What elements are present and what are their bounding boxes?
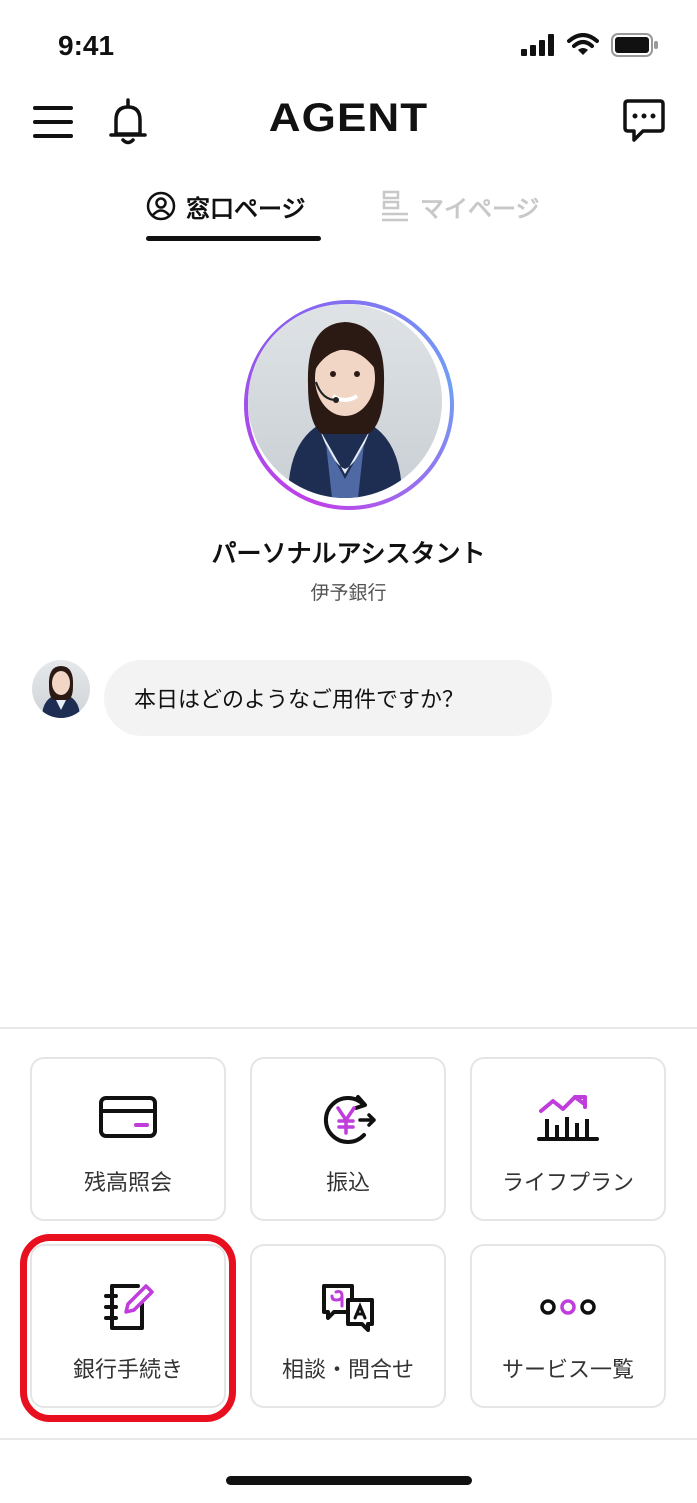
assistant-photo: [288, 322, 402, 498]
tab-label: 窓口ページ: [186, 194, 306, 223]
bottom-divider: [0, 1438, 697, 1440]
consult-chat-icon: [322, 1284, 374, 1332]
tile-label: 相談・問合せ: [281, 1358, 414, 1383]
signal-icon: [521, 34, 554, 56]
wifi-icon: [567, 33, 599, 55]
menu-tile-lifeplan[interactable]: ライフプラン: [470, 1057, 666, 1221]
active-tab-indicator: [146, 236, 321, 241]
yen-transfer-icon: [323, 1095, 376, 1144]
tab-window-page[interactable]: 窓口ページ: [146, 186, 306, 226]
tile-label: 残高照会: [83, 1171, 172, 1196]
menu-tile-transfer[interactable]: 振込: [250, 1057, 446, 1221]
chat-avatar: [32, 660, 90, 718]
chat-bubble: 本日はどのようなご用件ですか？: [104, 660, 552, 736]
status-icons: [521, 30, 659, 60]
app-logo: AGENT: [268, 96, 429, 140]
tile-label: 振込: [325, 1171, 370, 1196]
user-circle-icon: [146, 191, 176, 221]
assistant-avatar[interactable]: [244, 300, 454, 510]
menu-tile-consultation[interactable]: 相談・問合せ: [250, 1244, 446, 1408]
chat-icon[interactable]: [621, 98, 667, 144]
highlight-frame: [20, 1234, 236, 1422]
tile-label: ライフプラン: [501, 1171, 634, 1196]
growth-chart-icon: [537, 1095, 599, 1141]
card-icon: [99, 1096, 157, 1138]
tab-my-page[interactable]: マイページ: [380, 186, 540, 226]
menu-tile-services[interactable]: サービス一覧: [470, 1244, 666, 1408]
chat-message: 本日はどのようなご用件ですか？: [134, 688, 465, 713]
bank-name: 伊予銀行: [310, 582, 387, 604]
home-indicator[interactable]: [226, 1476, 472, 1485]
menu-tile-balance[interactable]: 残高照会: [30, 1057, 226, 1221]
status-time: 9:41: [58, 30, 115, 61]
tile-label: サービス一覧: [501, 1358, 634, 1383]
tab-label: マイページ: [420, 194, 540, 223]
assistant-name: パーソナルアシスタント: [211, 539, 486, 568]
building-icon: [382, 190, 408, 222]
menu-divider: [0, 1027, 697, 1029]
battery-icon: [611, 33, 658, 57]
more-dots-icon: [540, 1299, 596, 1315]
